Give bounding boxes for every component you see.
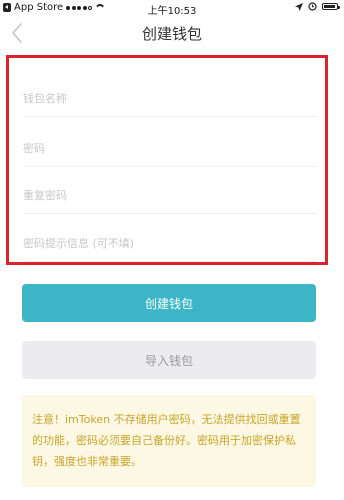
- wallet-name-input[interactable]: [23, 86, 317, 110]
- password-field-row: [23, 118, 317, 167]
- import-wallet-label: 导入钱包: [144, 353, 193, 368]
- wallet-form-highlight: [6, 55, 328, 265]
- wallet-name-field-row: [23, 68, 317, 117]
- import-wallet-button[interactable]: 导入钱包: [22, 341, 316, 379]
- page-title: 创建钱包: [141, 25, 202, 43]
- navigation-bar: 创建钱包: [0, 16, 344, 50]
- alarm-icon: [308, 2, 317, 11]
- password-hint-field-row: [23, 213, 317, 262]
- battery-icon: [322, 3, 340, 10]
- status-bar-right: [295, 2, 340, 11]
- status-bar: App Store 上午10:53: [0, 0, 344, 17]
- password-input[interactable]: [23, 136, 317, 160]
- security-notice-text: 注意！imToken 不存储用户密码，无法提供找回或重置的功能，密码必须要自己备…: [32, 413, 301, 468]
- repeat-password-field-row: [23, 165, 317, 214]
- repeat-password-input[interactable]: [23, 183, 317, 207]
- status-time: 上午10:53: [147, 6, 197, 17]
- security-notice: 注意！imToken 不存储用户密码，无法提供找回或重置的功能，密码必须要自己备…: [22, 395, 316, 487]
- create-wallet-button[interactable]: 创建钱包: [22, 284, 316, 322]
- password-hint-input[interactable]: [23, 231, 317, 255]
- location-icon: [295, 2, 303, 11]
- create-wallet-label: 创建钱包: [144, 296, 193, 311]
